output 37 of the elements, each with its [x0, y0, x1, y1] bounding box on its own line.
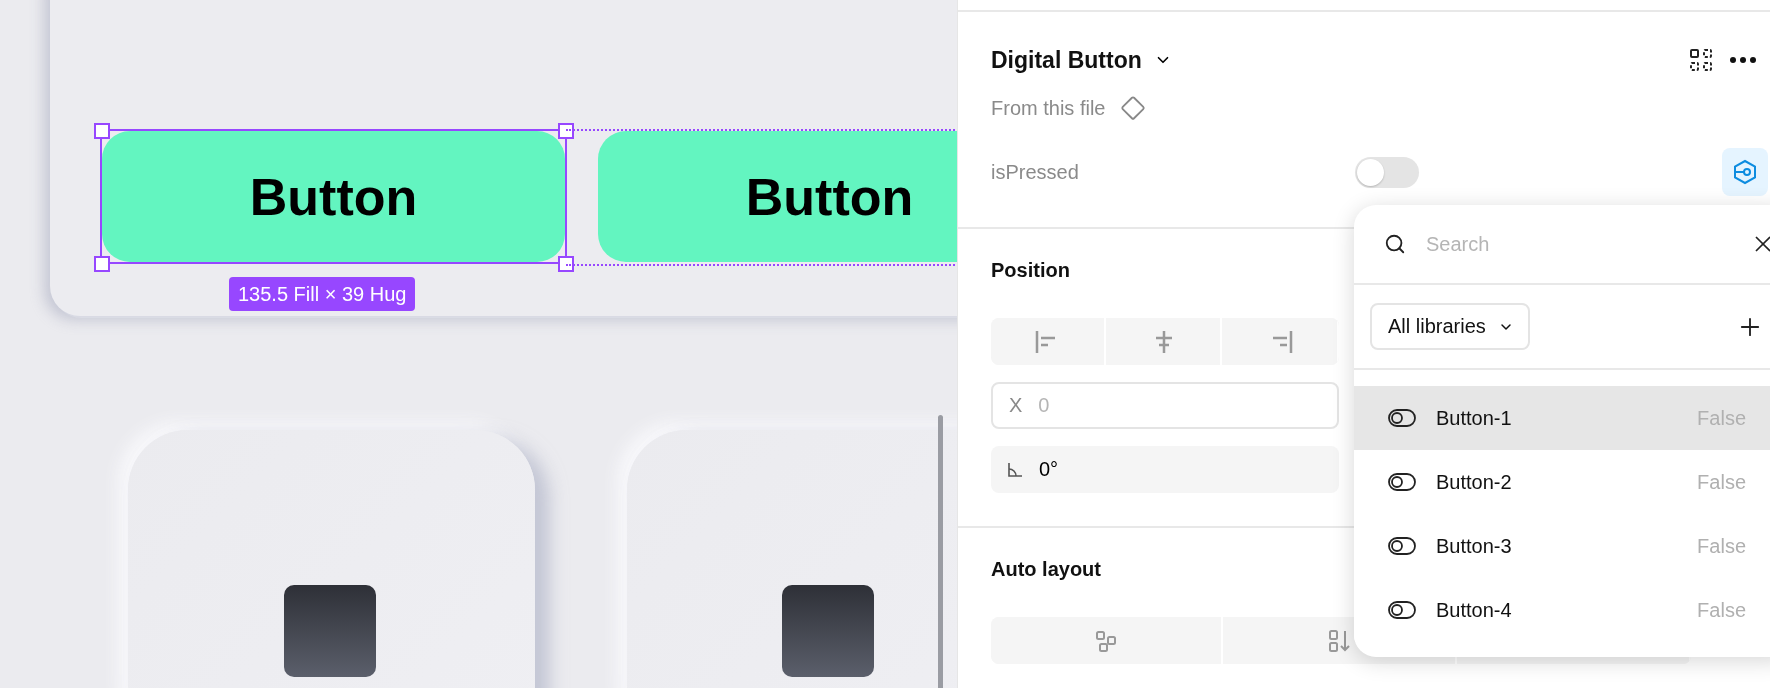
- resize-handle[interactable]: [94, 123, 110, 139]
- canvas-button[interactable]: Button: [598, 131, 957, 262]
- option-value: False: [1697, 470, 1746, 494]
- variable-button[interactable]: [1722, 148, 1768, 196]
- option-name: Button-1: [1436, 406, 1512, 430]
- x-field[interactable]: X 0: [991, 382, 1339, 429]
- option-name: Button-3: [1436, 534, 1512, 558]
- resize-handle[interactable]: [558, 256, 574, 272]
- option-name: Button-2: [1436, 470, 1512, 494]
- section-title: Auto layout: [991, 556, 1101, 582]
- variable-icon[interactable]: [1732, 159, 1758, 185]
- toggle-icon: [1388, 409, 1416, 427]
- section-title: Position: [991, 257, 1070, 283]
- component-title[interactable]: Digital Button: [991, 46, 1142, 74]
- source-label: From this file: [991, 96, 1106, 120]
- canvas-button[interactable]: Button: [102, 131, 565, 262]
- property-name: isPressed: [991, 160, 1079, 184]
- toggle-icon: [1388, 473, 1416, 491]
- search-icon: [1384, 233, 1406, 255]
- angle-icon: [1007, 461, 1023, 478]
- rotation-field[interactable]: 0°: [991, 446, 1339, 493]
- resize-handle[interactable]: [558, 123, 574, 139]
- toggle-switch[interactable]: [1355, 156, 1419, 188]
- option-value: False: [1697, 598, 1746, 622]
- grid-layout-icon[interactable]: [1095, 629, 1117, 652]
- option-value: False: [1697, 534, 1746, 558]
- x-input[interactable]: 0: [1038, 394, 1239, 417]
- option-name: Button-4: [1436, 598, 1512, 622]
- vertical-layout-icon[interactable]: [1328, 628, 1352, 653]
- scrollbar[interactable]: [938, 415, 943, 688]
- library-dropdown[interactable]: All libraries: [1370, 303, 1530, 350]
- resize-handle[interactable]: [94, 256, 110, 272]
- size-label: 135.5 Fill × 39 Hug: [229, 277, 416, 311]
- toggle-icon: [1388, 537, 1416, 555]
- rotation-value: 0°: [1039, 458, 1059, 481]
- toggle-icon: [1388, 601, 1416, 619]
- x-label: X: [1009, 394, 1023, 417]
